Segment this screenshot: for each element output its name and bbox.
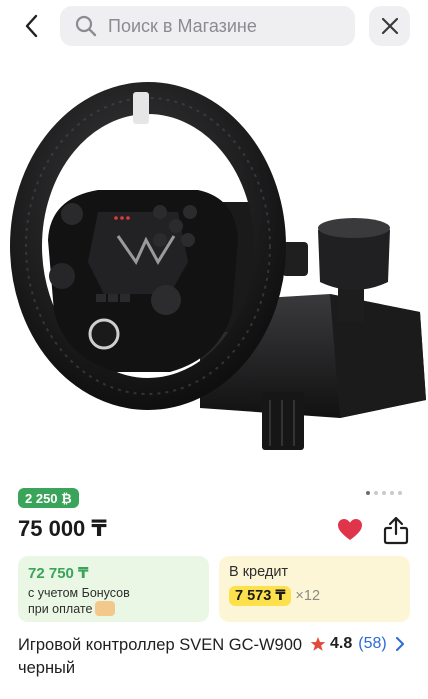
back-button[interactable] — [16, 10, 48, 42]
top-bar — [0, 0, 428, 54]
favorite-button[interactable] — [336, 516, 364, 544]
credit-months: ×12 — [295, 588, 321, 604]
review-count[interactable]: (58) — [358, 635, 386, 653]
heart-icon — [338, 519, 362, 540]
bonus-coin-icon — [95, 601, 116, 617]
chevron-right-icon — [395, 637, 404, 651]
credit-title: В кредит — [229, 564, 289, 580]
close-button[interactable] — [369, 6, 410, 46]
bonus-price-card[interactable]: 72 750 ₸ с учетом Бонусов при оплате — [18, 556, 209, 622]
product-price: 75 000 ₸ — [18, 516, 107, 541]
gallery-dot — [382, 491, 386, 495]
product-image[interactable] — [0, 62, 428, 470]
bonus-caption-line2: при оплате — [28, 601, 199, 617]
bonus-points-badge: 2 250 ₿ — [18, 488, 79, 508]
gallery-pagination — [366, 491, 402, 495]
credit-monthly-payment: 7 573 ₸ — [229, 586, 292, 606]
gallery-dot — [398, 491, 402, 495]
share-icon — [383, 516, 409, 545]
bonus-caption-line2-text: при оплате — [28, 602, 93, 616]
share-button[interactable] — [382, 515, 410, 545]
bonus-caption-line1: с учетом Бонусов — [28, 586, 130, 600]
product-title: Игровой контроллер SVEN GC-W900 черный — [18, 636, 303, 677]
chevron-left-icon — [25, 14, 38, 38]
gallery-dot — [374, 491, 378, 495]
credit-card[interactable]: В кредит 7 573 ₸ ×12 — [219, 556, 410, 622]
star-icon — [310, 637, 326, 651]
rating-score: 4.8 — [330, 635, 353, 652]
search-input[interactable] — [108, 15, 338, 37]
bonus-price-caption: с учетом Бонусов при оплате — [28, 585, 199, 617]
close-icon — [381, 17, 398, 35]
credit-row: 7 573 ₸ ×12 — [229, 586, 400, 606]
search-bar[interactable] — [60, 6, 355, 46]
product-rating[interactable]: 4.8 (58) — [310, 635, 405, 653]
gallery-dot-active — [366, 491, 370, 495]
bonus-price-amount: 72 750 ₸ — [28, 565, 89, 582]
search-icon — [74, 14, 98, 38]
product-photo — [10, 82, 426, 450]
gallery-dot — [390, 491, 394, 495]
